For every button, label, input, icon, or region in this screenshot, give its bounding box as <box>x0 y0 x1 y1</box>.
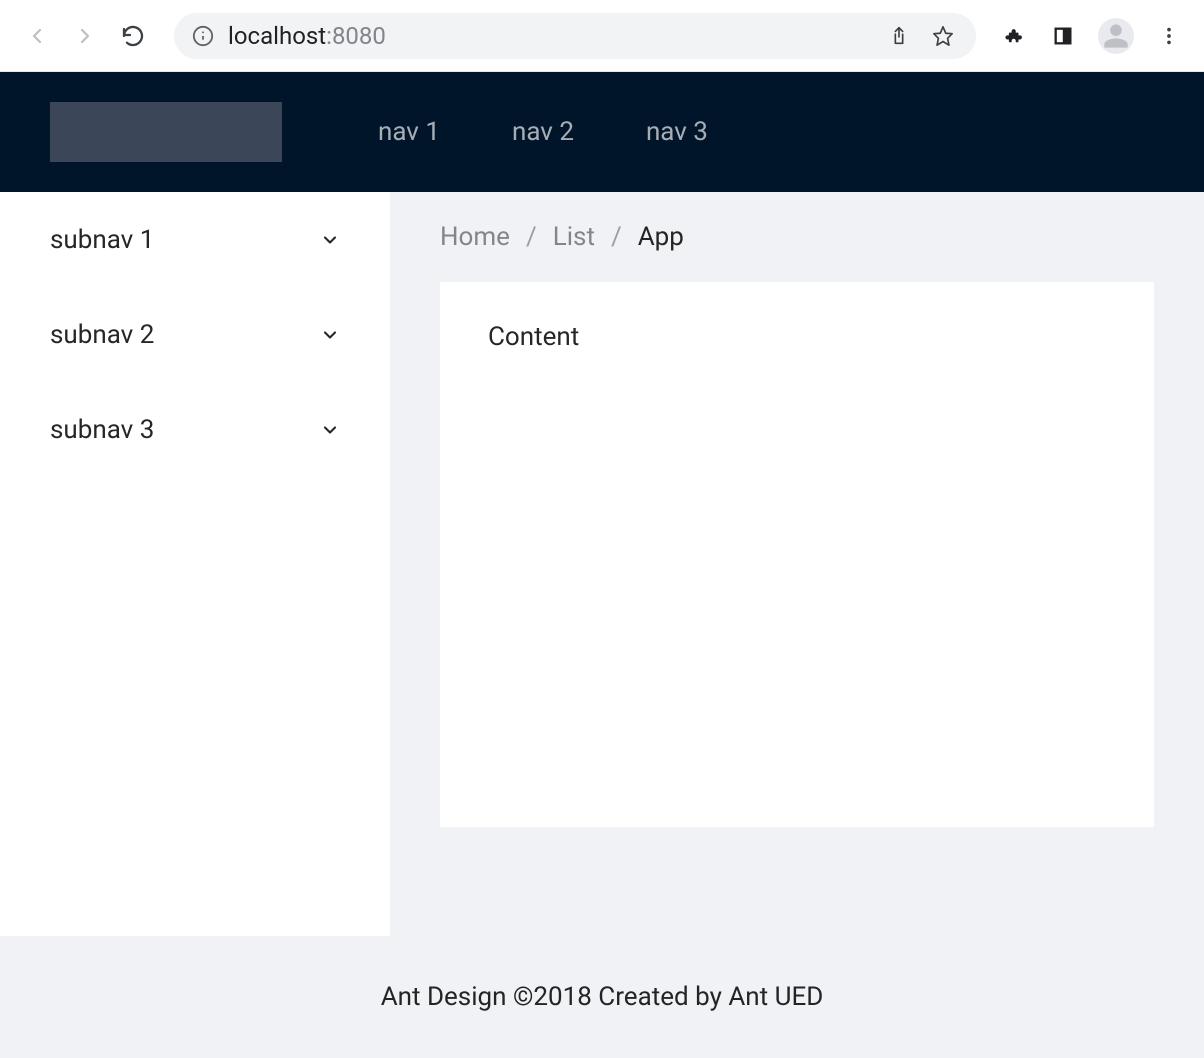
logo-placeholder <box>50 102 282 162</box>
sidebar-item-subnav-3[interactable]: subnav 3 <box>0 382 390 477</box>
breadcrumb-list[interactable]: List <box>553 222 595 252</box>
profile-avatar[interactable] <box>1098 18 1134 54</box>
breadcrumb-app: App <box>638 222 684 252</box>
share-icon[interactable] <box>884 21 914 51</box>
extensions-icon[interactable] <box>998 21 1028 51</box>
app-footer: Ant Design ©2018 Created by Ant UED <box>0 936 1204 1058</box>
panel-icon[interactable] <box>1048 21 1078 51</box>
site-info-icon[interactable] <box>192 25 214 47</box>
sidebar: subnav 1 subnav 2 subnav 3 <box>0 192 390 936</box>
url-port: :8080 <box>326 22 386 50</box>
sidebar-item-subnav-1[interactable]: subnav 1 <box>0 192 390 287</box>
app-root: nav 1 nav 2 nav 3 subnav 1 subnav 2 subn… <box>0 72 1204 1058</box>
sidebar-item-label: subnav 2 <box>50 320 154 350</box>
url-text: localhost:8080 <box>228 22 870 50</box>
browser-toolbar: localhost:8080 <box>0 0 1204 72</box>
chevron-down-icon <box>320 325 340 345</box>
app-body: subnav 1 subnav 2 subnav 3 Home <box>0 192 1204 936</box>
back-button[interactable] <box>20 19 54 53</box>
breadcrumb: Home / List / App <box>440 192 1154 282</box>
sidebar-item-subnav-2[interactable]: subnav 2 <box>0 287 390 382</box>
app-header: nav 1 nav 2 nav 3 <box>0 72 1204 192</box>
main-area: Home / List / App Content <box>390 192 1204 936</box>
address-bar[interactable]: localhost:8080 <box>174 13 976 59</box>
nav-item-1[interactable]: nav 1 <box>342 117 476 147</box>
browser-right-icons <box>998 18 1184 54</box>
chevron-down-icon <box>320 420 340 440</box>
nav-item-3[interactable]: nav 3 <box>610 117 744 147</box>
content-panel: Content <box>440 282 1154 827</box>
sidebar-item-label: subnav 3 <box>50 415 154 445</box>
forward-button[interactable] <box>68 19 102 53</box>
bookmark-star-icon[interactable] <box>928 21 958 51</box>
kebab-menu-icon[interactable] <box>1154 21 1184 51</box>
nav-item-2[interactable]: nav 2 <box>476 117 610 147</box>
sidebar-item-label: subnav 1 <box>50 225 154 255</box>
content-text: Content <box>488 322 579 352</box>
footer-text: Ant Design ©2018 Created by Ant UED <box>381 982 824 1012</box>
reload-button[interactable] <box>116 19 150 53</box>
url-host: localhost <box>228 22 326 50</box>
breadcrumb-separator: / <box>611 222 622 252</box>
chevron-down-icon <box>320 230 340 250</box>
breadcrumb-separator: / <box>526 222 537 252</box>
top-nav: nav 1 nav 2 nav 3 <box>342 117 744 147</box>
breadcrumb-home[interactable]: Home <box>440 222 510 252</box>
